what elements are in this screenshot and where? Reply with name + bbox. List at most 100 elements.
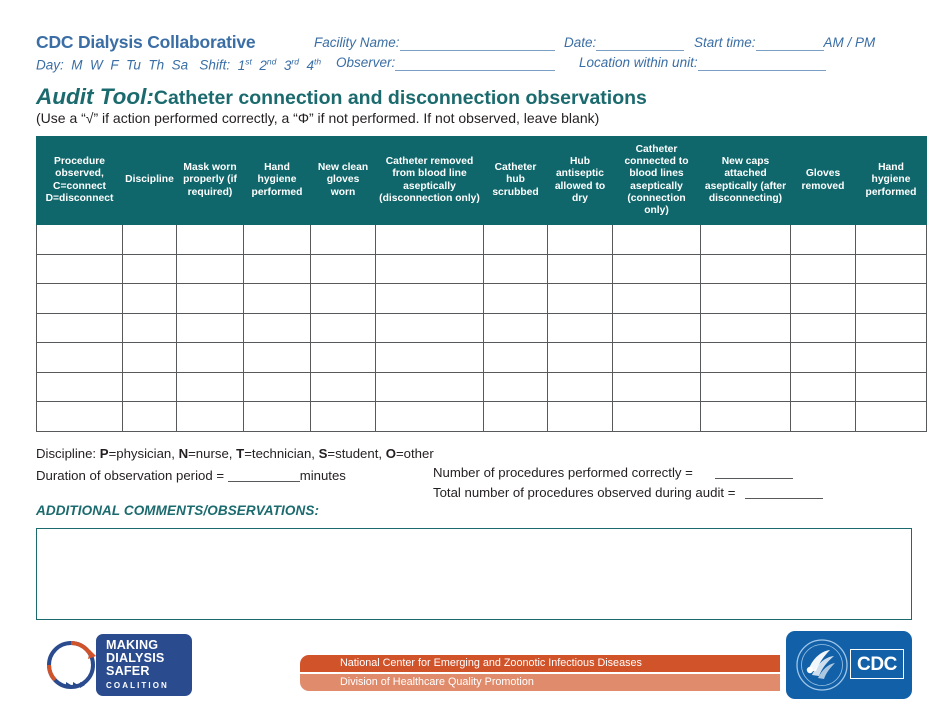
table-cell[interactable] [310,253,376,284]
table-cell[interactable] [700,371,791,402]
table-cell[interactable] [310,371,376,402]
table-cell[interactable] [855,371,927,402]
table-cell[interactable] [243,342,311,373]
table-cell[interactable] [547,283,613,314]
table-cell[interactable] [547,342,613,373]
start-time-field[interactable]: Start time: AM / PM [694,35,875,51]
table-cell[interactable] [243,224,311,255]
day-option-w[interactable]: W [90,58,103,73]
table-cell[interactable] [176,283,244,314]
table-cell[interactable] [700,224,791,255]
table-cell[interactable] [122,371,177,402]
table-cell[interactable] [790,401,856,432]
table-cell[interactable] [122,401,177,432]
table-cell[interactable] [243,312,311,343]
table-cell[interactable] [243,401,311,432]
table-cell[interactable] [122,253,177,284]
table-cell[interactable] [855,253,927,284]
total-count-line[interactable]: Total number of procedures observed duri… [433,483,824,503]
table-cell[interactable] [310,342,376,373]
table-cell[interactable] [310,224,376,255]
day-option-m[interactable]: M [71,58,82,73]
date-blank[interactable] [596,35,685,51]
table-cell[interactable] [483,342,548,373]
observer-blank[interactable] [395,55,556,71]
table-cell[interactable] [122,283,177,314]
table-cell[interactable] [483,371,548,402]
table-cell[interactable] [612,342,701,373]
table-cell[interactable] [612,253,701,284]
table-cell[interactable] [612,371,701,402]
table-cell[interactable] [790,283,856,314]
table-cell[interactable] [855,312,927,343]
table-cell[interactable] [36,401,123,432]
correct-count-blank[interactable] [714,463,793,479]
table-cell[interactable] [483,312,548,343]
table-cell[interactable] [375,401,484,432]
facility-name-field[interactable]: Facility Name: [314,35,555,51]
comments-textarea[interactable] [36,528,912,620]
table-cell[interactable] [547,401,613,432]
table-cell[interactable] [36,312,123,343]
table-cell[interactable] [375,283,484,314]
table-cell[interactable] [483,283,548,314]
table-cell[interactable] [176,401,244,432]
table-cell[interactable] [243,253,311,284]
table-cell[interactable] [547,224,613,255]
facility-name-blank[interactable] [399,35,555,51]
location-blank[interactable] [697,55,826,71]
table-cell[interactable] [612,283,701,314]
table-cell[interactable] [700,312,791,343]
table-cell[interactable] [483,401,548,432]
table-cell[interactable] [243,371,311,402]
day-option-tu[interactable]: Tu [126,58,141,73]
table-cell[interactable] [547,371,613,402]
table-cell[interactable] [483,224,548,255]
table-cell[interactable] [36,283,123,314]
table-cell[interactable] [700,253,791,284]
table-cell[interactable] [176,253,244,284]
total-count-blank[interactable] [745,483,824,499]
table-cell[interactable] [310,312,376,343]
table-cell[interactable] [612,401,701,432]
table-cell[interactable] [36,224,123,255]
day-option-f[interactable]: F [110,58,118,73]
table-cell[interactable] [310,283,376,314]
table-cell[interactable] [855,342,927,373]
table-cell[interactable] [855,283,927,314]
duration-blank[interactable] [227,466,300,482]
table-cell[interactable] [375,312,484,343]
table-cell[interactable] [36,342,123,373]
table-cell[interactable] [547,253,613,284]
table-cell[interactable] [176,224,244,255]
observer-field[interactable]: Observer: [336,55,556,71]
table-cell[interactable] [375,342,484,373]
day-option-sa[interactable]: Sa [172,58,189,73]
start-time-blank[interactable] [755,35,824,51]
shift-option-3[interactable]: 3rd [284,56,299,73]
table-cell[interactable] [612,312,701,343]
table-cell[interactable] [176,342,244,373]
table-cell[interactable] [122,224,177,255]
table-cell[interactable] [790,312,856,343]
shift-option-1[interactable]: 1st [238,56,252,73]
table-cell[interactable] [855,401,927,432]
table-cell[interactable] [36,253,123,284]
table-cell[interactable] [310,401,376,432]
day-option-th[interactable]: Th [148,58,164,73]
table-cell[interactable] [790,224,856,255]
table-cell[interactable] [176,312,244,343]
location-field[interactable]: Location within unit: [579,55,826,71]
day-shift-selectors[interactable]: Day: M W F Tu Th Sa Shift: 1st 2nd 3rd 4… [36,56,321,73]
table-cell[interactable] [790,253,856,284]
table-cell[interactable] [375,371,484,402]
table-cell[interactable] [547,312,613,343]
am-pm-label[interactable]: AM / PM [824,35,876,50]
table-cell[interactable] [700,283,791,314]
table-cell[interactable] [375,253,484,284]
table-cell[interactable] [243,283,311,314]
table-cell[interactable] [122,342,177,373]
table-cell[interactable] [790,371,856,402]
table-cell[interactable] [36,371,123,402]
table-cell[interactable] [176,371,244,402]
